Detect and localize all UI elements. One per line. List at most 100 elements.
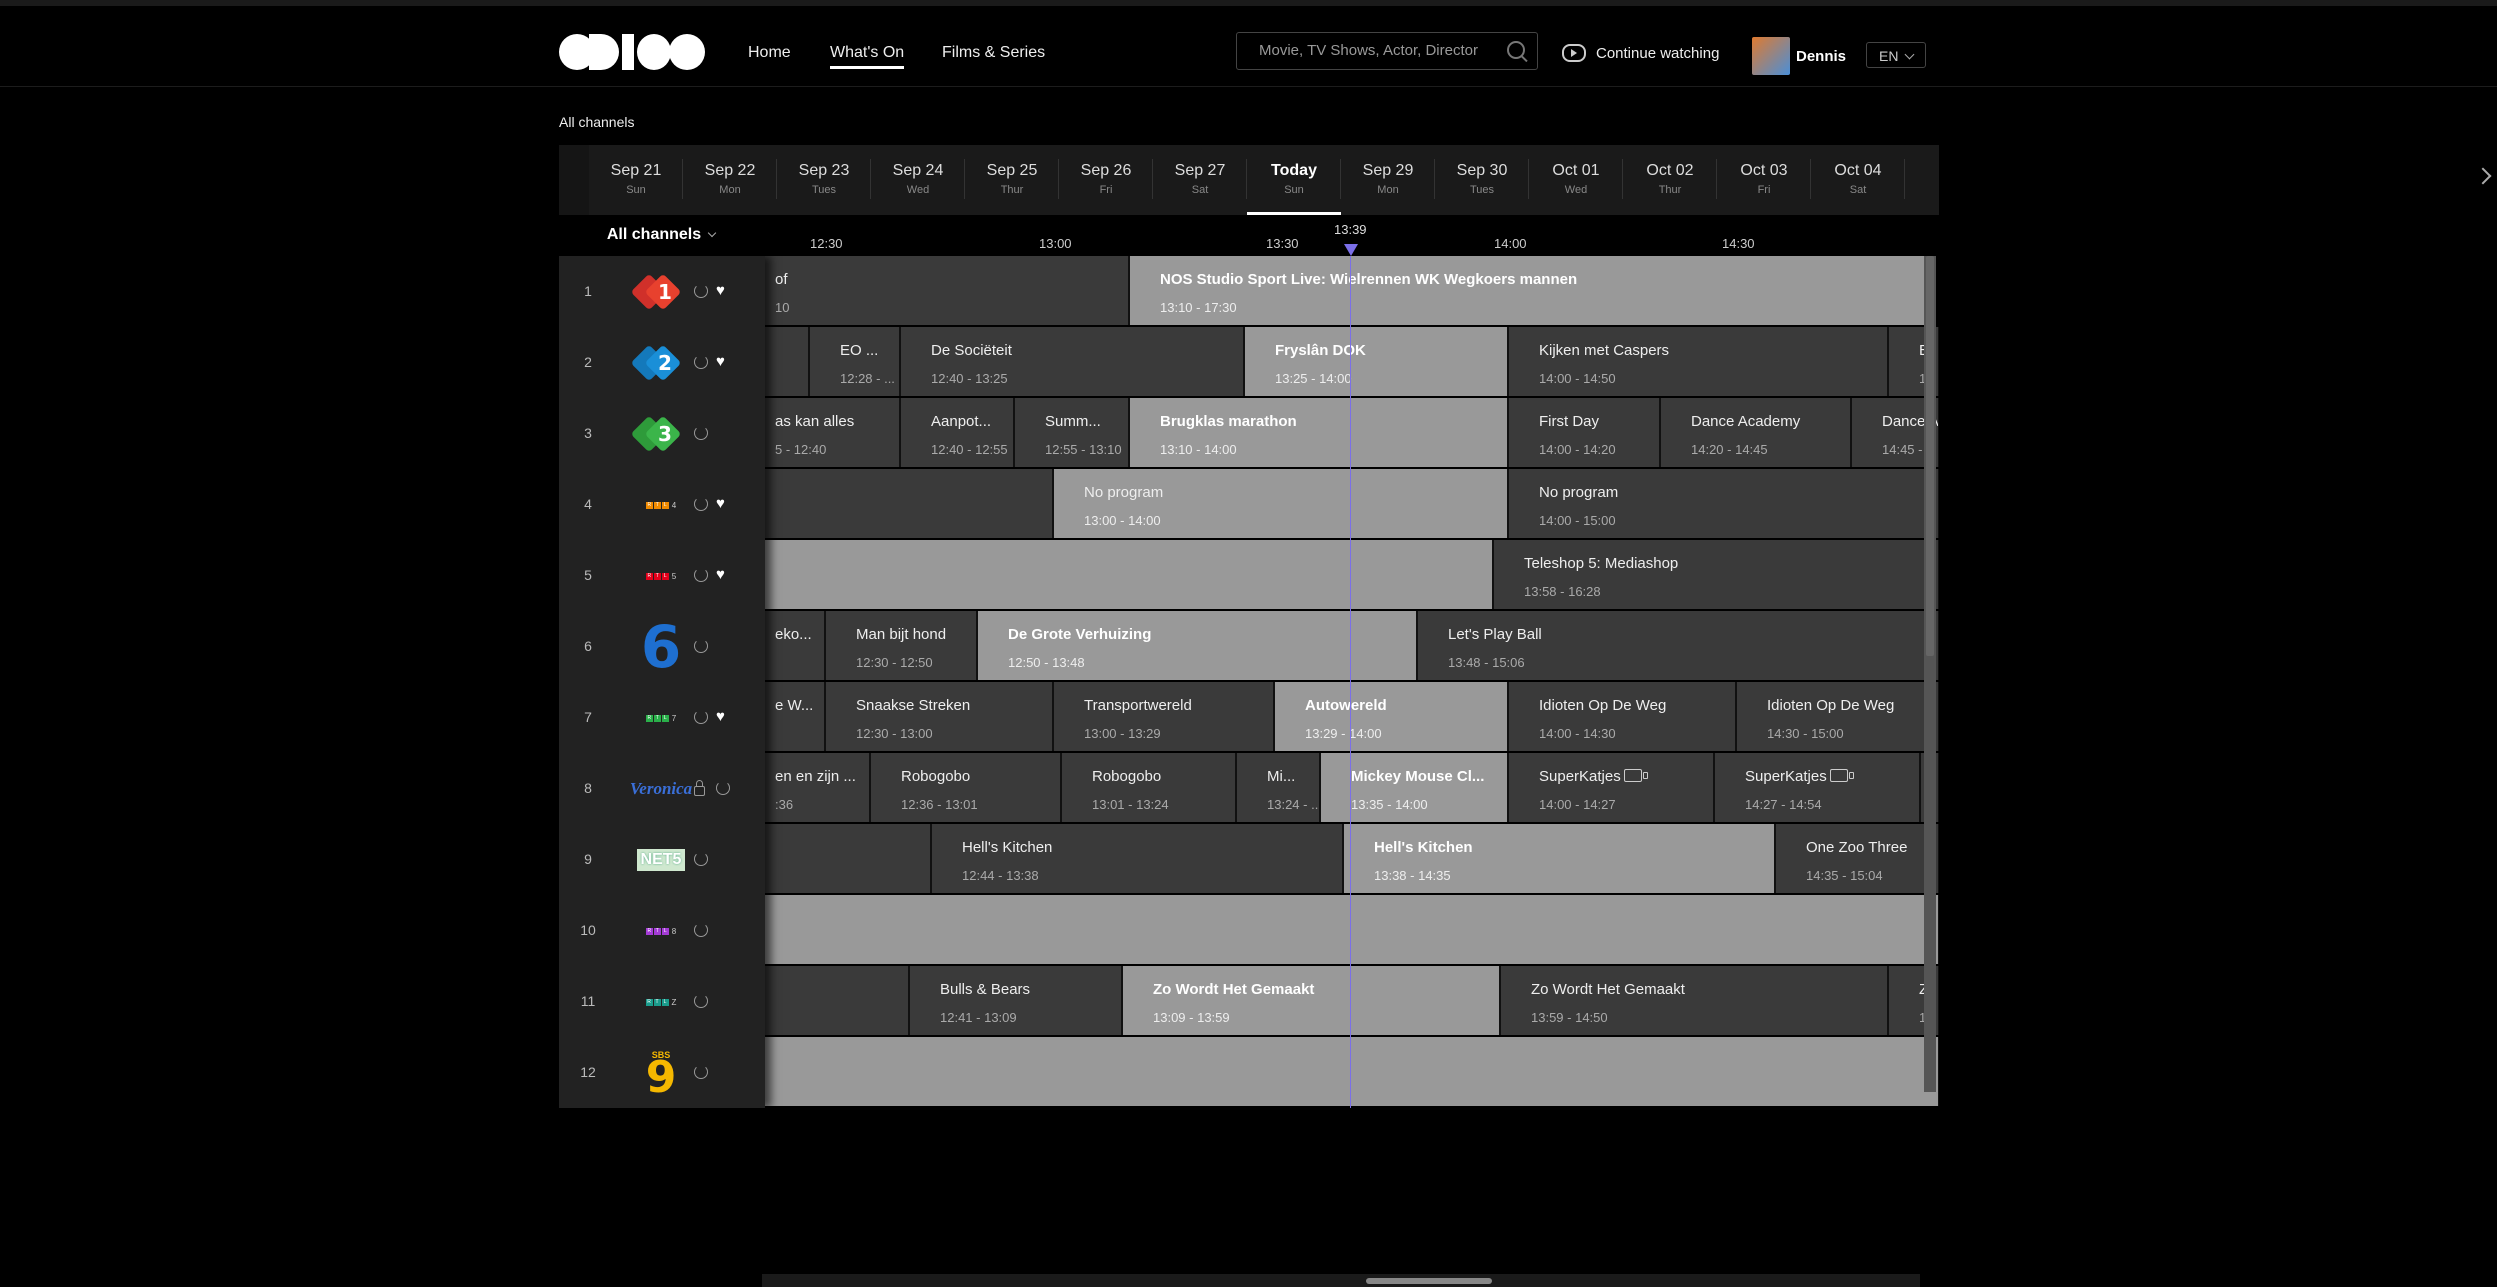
continue-watching-button[interactable]: Continue watching (1562, 44, 1719, 62)
heart-icon[interactable]: ♥ (716, 283, 725, 298)
channel-row[interactable]: 8 Veronica (559, 753, 765, 824)
program-cell[interactable]: Brugklas marathon 13:10 - 14:00 (1130, 398, 1509, 467)
date-tab[interactable]: Sep 30 Tues (1435, 145, 1529, 215)
nav-films-series[interactable]: Films & Series (942, 44, 1045, 62)
heart-icon[interactable]: ♥ (716, 354, 725, 369)
replay-icon[interactable] (694, 852, 708, 866)
channel-row[interactable]: 33 (559, 398, 765, 469)
channel-logo[interactable]: 2 (630, 341, 688, 385)
channel-logo[interactable]: RTLZ (634, 980, 688, 1024)
channel-row[interactable]: 4 R T L 4 ♥ (559, 469, 765, 540)
channel-logo[interactable]: RTL4 (634, 483, 688, 527)
program-cell[interactable]: No program 14:00 - 15:00 (1509, 469, 1939, 538)
program-cell[interactable]: Kijken met Caspers 14:00 - 14:50 (1509, 327, 1889, 396)
program-cell[interactable]: Summ... 12:55 - 13:10 (1015, 398, 1130, 467)
program-cell[interactable] (745, 966, 910, 1035)
chevron-right-icon[interactable] (2474, 167, 2492, 185)
program-cell[interactable]: Let's Play Ball 13:48 - 15:06 (1418, 611, 1939, 680)
channel-row[interactable]: 9 NET5 (559, 824, 765, 895)
date-tab[interactable]: Sep 26 Fri (1059, 145, 1153, 215)
channel-logo[interactable]: 1 (630, 270, 688, 314)
replay-icon[interactable] (694, 923, 708, 937)
channel-logo[interactable]: 6 (634, 618, 688, 676)
program-cell[interactable]: EO ... 12:28 - ... (810, 327, 901, 396)
replay-icon[interactable] (694, 426, 708, 440)
program-cell[interactable]: Zo Wordt Het Gemaakt 13:59 - 14:50 (1501, 966, 1889, 1035)
date-tab[interactable]: Sep 29 Mon (1341, 145, 1435, 215)
replay-icon[interactable] (694, 1065, 708, 1079)
vertical-scrollbar[interactable] (1926, 256, 1934, 656)
channel-row[interactable]: 12 SBS 9 (559, 1037, 765, 1108)
program-cell[interactable]: Snaakse Streken 12:30 - 13:00 (826, 682, 1054, 751)
replay-icon[interactable] (694, 284, 708, 298)
replay-icon[interactable] (694, 710, 708, 724)
horizontal-scrollbar[interactable] (1366, 1278, 1492, 1284)
program-cell[interactable] (745, 1037, 1939, 1106)
date-tab[interactable]: Sep 21 Sun (589, 145, 683, 215)
program-cell[interactable] (745, 469, 1054, 538)
program-cell[interactable]: De Sociëteit 12:40 - 13:25 (901, 327, 1245, 396)
date-tab[interactable]: Today Sun (1247, 145, 1341, 215)
channel-row[interactable]: 66 (559, 611, 765, 682)
program-cell[interactable] (745, 824, 932, 893)
program-cell[interactable]: Idioten Op De Weg 14:30 - 15:00 (1737, 682, 1939, 751)
heart-icon[interactable]: ♥ (716, 567, 725, 582)
user-menu[interactable]: Dennis (1752, 37, 1846, 75)
program-cell[interactable]: as kan alles 5 - 12:40 (745, 398, 901, 467)
program-cell[interactable]: SuperKatjes 14:00 - 14:27 (1509, 753, 1715, 822)
date-tab[interactable]: Sep 27 Sat (1153, 145, 1247, 215)
replay-icon[interactable] (694, 639, 708, 653)
program-cell[interactable]: First Day 14:00 - 14:20 (1509, 398, 1661, 467)
horizontal-scroll-track[interactable] (762, 1274, 1920, 1287)
channel-row[interactable]: 10 R T L 8 (559, 895, 765, 966)
program-cell[interactable]: Hell's Kitchen 12:44 - 13:38 (932, 824, 1344, 893)
channel-logo[interactable]: RTL5 (634, 554, 688, 598)
language-select[interactable]: EN (1866, 42, 1926, 68)
date-tab[interactable]: Sep 22 Mon (683, 145, 777, 215)
search-icon[interactable] (1507, 41, 1525, 59)
program-cell[interactable]: Zo Wordt Het Gemaakt 13:09 - 13:59 (1123, 966, 1501, 1035)
program-cell[interactable]: Idioten Op De Weg 14:00 - 14:30 (1509, 682, 1737, 751)
replay-icon[interactable] (716, 781, 730, 795)
program-cell[interactable]: Dance Academy 14:20 - 14:45 (1661, 398, 1852, 467)
channel-row[interactable]: 5 R T L 5 ♥ (559, 540, 765, 611)
channel-logo[interactable]: RTL8 (634, 909, 688, 953)
program-cell[interactable]: of 10 (745, 256, 1130, 325)
date-tab[interactable]: Oct 02 Thur (1623, 145, 1717, 215)
program-cell[interactable]: Hell's Kitchen 13:38 - 14:35 (1344, 824, 1776, 893)
date-tab[interactable]: Sep 23 Tues (777, 145, 871, 215)
program-cell[interactable] (745, 540, 1494, 609)
channel-filter-dropdown[interactable]: All channels (557, 226, 765, 244)
program-cell[interactable]: De Grote Verhuizing 12:50 - 13:48 (978, 611, 1418, 680)
channel-row[interactable]: 7 R T L 7 ♥ (559, 682, 765, 753)
channel-logo[interactable]: Veronica (630, 767, 692, 811)
program-cell[interactable]: NOS Studio Sport Live: Wielrennen WK Weg… (1130, 256, 1926, 325)
odico-logo[interactable] (559, 34, 705, 70)
date-tab[interactable]: Oct 01 Wed (1529, 145, 1623, 215)
date-prev-area[interactable] (559, 145, 589, 215)
program-cell[interactable]: Man bijt hond 12:30 - 12:50 (826, 611, 978, 680)
program-cell[interactable]: Robogobo 13:01 - 13:24 (1062, 753, 1237, 822)
replay-icon[interactable] (694, 568, 708, 582)
channel-row[interactable]: 1 1 ♥ (559, 256, 765, 327)
program-cell[interactable]: Bulls & Bears 12:41 - 13:09 (910, 966, 1123, 1035)
program-cell[interactable]: Aanpot... 12:40 - 12:55 (901, 398, 1015, 467)
program-cell[interactable]: Teleshop 5: Mediashop 13:58 - 16:28 (1494, 540, 1939, 609)
program-cell[interactable]: Fryslân DOK 13:25 - 14:00 (1245, 327, 1509, 396)
nav-home[interactable]: Home (748, 44, 791, 62)
channel-logo[interactable]: 3 (630, 412, 688, 456)
program-cell[interactable]: Mi... 13:24 - ... (1237, 753, 1321, 822)
replay-icon[interactable] (694, 994, 708, 1008)
program-cell[interactable]: SuperKatjes 14:27 - 14:54 (1715, 753, 1921, 822)
heart-icon[interactable]: ♥ (716, 496, 725, 511)
date-tab[interactable]: Sep 25 Thur (965, 145, 1059, 215)
program-cell[interactable]: One Zoo Three 14:35 - 15:04 (1776, 824, 1939, 893)
program-cell[interactable]: Transportwereld 13:00 - 13:29 (1054, 682, 1275, 751)
channel-row[interactable]: 2 2 ♥ (559, 327, 765, 398)
channel-logo[interactable]: RTL7 (634, 696, 688, 740)
replay-icon[interactable] (694, 355, 708, 369)
channel-logo[interactable]: NET5 (634, 838, 688, 882)
channel-logo[interactable]: SBS 9 (634, 1050, 688, 1099)
program-cell[interactable]: Autowereld 13:29 - 14:00 (1275, 682, 1509, 751)
program-cell[interactable]: Robogobo 12:36 - 13:01 (871, 753, 1062, 822)
